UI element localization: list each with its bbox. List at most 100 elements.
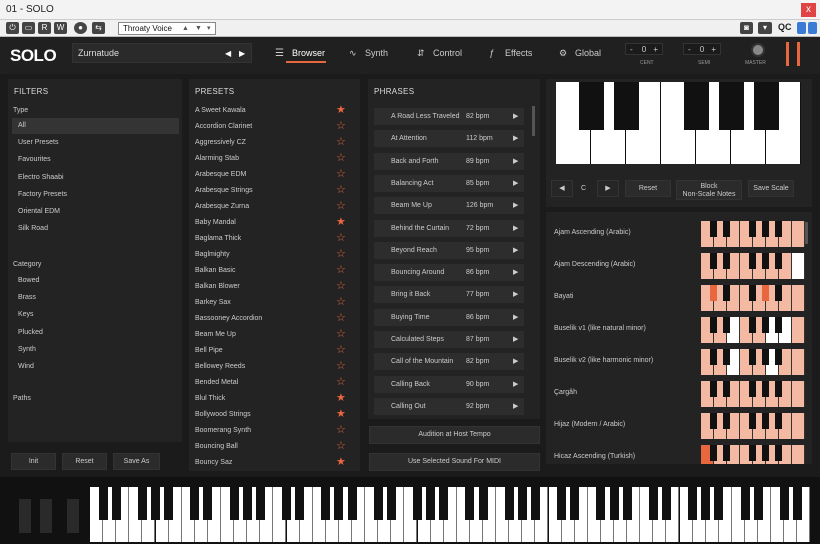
scale-row[interactable]: Buselik v1 (like natural minor) xyxy=(546,314,811,346)
filter-type-item[interactable]: Favourites xyxy=(18,156,51,163)
scale-row[interactable]: Buselik v2 (like harmonic minor) xyxy=(546,346,811,378)
arrow-up-icon[interactable]: ▲ xyxy=(182,23,189,34)
scale-row[interactable]: Ajam Ascending (Arabic) xyxy=(546,218,811,250)
play-phrase-icon[interactable]: ▶ xyxy=(513,357,518,365)
piano-black-key[interactable] xyxy=(530,487,540,520)
preset-row[interactable]: Bollywood Strings ★ xyxy=(189,407,359,423)
semi-control[interactable]: - 0 + xyxy=(683,43,721,55)
host-preset-select[interactable]: Throaty Voice ▲ ▼ ▾ xyxy=(118,22,216,35)
filter-category-item[interactable]: Wind xyxy=(18,363,34,370)
prev-key-button[interactable]: ◀ xyxy=(551,180,573,197)
preset-row[interactable]: Bouncy Saz ★ xyxy=(189,455,359,471)
piano-black-key[interactable] xyxy=(347,487,357,520)
preset-row[interactable]: Baby Mandal ★ xyxy=(189,215,359,231)
favourite-star-icon[interactable]: ★ xyxy=(336,103,346,116)
play-phrase-icon[interactable]: ▶ xyxy=(513,313,518,321)
preset-row[interactable]: Arabesque Zurna ☆ xyxy=(189,199,359,215)
piano-black-key[interactable] xyxy=(242,487,252,520)
phrase-row[interactable]: Beam Me Up 126 bpm ▶ xyxy=(374,197,524,215)
instrument-selector[interactable]: Zurnatude ◀ ▶ xyxy=(72,43,252,63)
scale-black-key[interactable] xyxy=(614,82,639,130)
filter-category-item[interactable]: Bowed xyxy=(18,277,39,284)
semi-plus[interactable]: + xyxy=(711,44,716,55)
arrow-down-icon[interactable]: ▼ xyxy=(195,23,202,34)
piano-black-key[interactable] xyxy=(439,487,449,520)
scale-black-key[interactable] xyxy=(719,82,744,130)
play-phrase-icon[interactable]: ▶ xyxy=(513,290,518,298)
scale-row[interactable]: Ajam Descending (Arabic) xyxy=(546,250,811,282)
preset-row[interactable]: Bellowey Reeds ☆ xyxy=(189,359,359,375)
preset-row[interactable]: Accordion Clarinet ☆ xyxy=(189,119,359,135)
piano-black-key[interactable] xyxy=(386,487,396,520)
preset-row[interactable]: Bouncing Ball ☆ xyxy=(189,439,359,455)
audition-button[interactable]: Audition at Host Tempo xyxy=(369,426,540,444)
favourite-star-icon[interactable]: ☆ xyxy=(336,295,346,308)
filter-type-item[interactable]: Oriental EDM xyxy=(18,208,60,215)
use-midi-button[interactable]: Use Selected Sound For MIDI xyxy=(369,453,540,471)
piano-black-key[interactable] xyxy=(334,487,344,520)
filter-type-item[interactable]: Silk Road xyxy=(18,225,48,232)
reset-button[interactable]: Reset xyxy=(62,453,107,470)
mod-wheel[interactable] xyxy=(40,499,52,533)
scale-list-scrollbar[interactable] xyxy=(805,222,808,244)
camera-icon[interactable]: ◙ xyxy=(740,22,753,34)
piano-black-key[interactable] xyxy=(151,487,160,520)
piano-black-key[interactable] xyxy=(465,487,475,520)
preset-row[interactable]: Alarming Stab ☆ xyxy=(189,151,359,167)
filter-category-item[interactable]: Keys xyxy=(18,311,34,318)
favourite-star-icon[interactable]: ☆ xyxy=(336,231,346,244)
favourite-star-icon[interactable]: ☆ xyxy=(336,311,346,324)
piano-black-key[interactable] xyxy=(714,487,724,520)
piano-black-key[interactable] xyxy=(282,487,291,520)
phrase-row[interactable]: At Attention 112 bpm ▶ xyxy=(374,130,524,148)
plugin-icon[interactable] xyxy=(808,22,817,34)
favourite-star-icon[interactable]: ☆ xyxy=(336,151,346,164)
piano-keyboard[interactable] xyxy=(90,477,812,544)
favourite-star-icon[interactable]: ☆ xyxy=(336,247,346,260)
pitch-wheel[interactable] xyxy=(19,499,31,533)
scale-edit-keyboard[interactable] xyxy=(556,82,801,164)
init-button[interactable]: Init xyxy=(11,453,56,470)
phrase-row[interactable]: Call of the Mountain 82 bpm ▶ xyxy=(374,353,524,371)
read-button[interactable]: R xyxy=(38,22,51,34)
preset-row[interactable]: Aggressively CZ ☆ xyxy=(189,135,359,151)
piano-black-key[interactable] xyxy=(295,487,305,520)
scale-black-key[interactable] xyxy=(579,82,604,130)
piano-black-key[interactable] xyxy=(622,487,632,520)
piano-black-key[interactable] xyxy=(373,487,383,520)
piano-black-key[interactable] xyxy=(609,487,619,520)
piano-black-key[interactable] xyxy=(203,487,213,520)
dropdown-icon[interactable]: ▾ xyxy=(207,23,211,34)
piano-black-key[interactable] xyxy=(557,487,567,520)
settings-dropdown[interactable]: ▾ xyxy=(758,22,772,34)
favourite-star-icon[interactable]: ★ xyxy=(336,215,346,228)
piano-black-key[interactable] xyxy=(648,487,658,520)
favourite-star-icon[interactable]: ☆ xyxy=(336,183,346,196)
power-icon[interactable]: ⏻ xyxy=(6,22,19,34)
block-non-scale-button[interactable]: Block Non-Scale Notes xyxy=(676,180,742,200)
favourite-star-icon[interactable]: ☆ xyxy=(336,279,346,292)
play-phrase-icon[interactable]: ▶ xyxy=(513,201,518,209)
tab-synth[interactable]: Synth xyxy=(365,48,388,58)
play-phrase-icon[interactable]: ▶ xyxy=(513,335,518,343)
scale-reset-button[interactable]: Reset xyxy=(625,180,671,197)
favourite-star-icon[interactable]: ☆ xyxy=(336,359,346,372)
piano-black-key[interactable] xyxy=(517,487,527,520)
scale-row[interactable]: Hijaz (Modern / Arabic) xyxy=(546,410,811,442)
play-phrase-icon[interactable]: ▶ xyxy=(513,179,518,187)
phrase-row[interactable]: Calculated Steps 87 bpm ▶ xyxy=(374,331,524,348)
filter-type-item[interactable]: Factory Presets xyxy=(18,191,67,198)
preset-row[interactable]: Boomerang Synth ☆ xyxy=(189,423,359,439)
save-scale-button[interactable]: Save Scale xyxy=(748,180,794,197)
filter-category-item[interactable]: Synth xyxy=(18,346,36,353)
bars-icon[interactable] xyxy=(797,22,806,34)
piano-black-key[interactable] xyxy=(164,487,174,520)
expression-wheel[interactable] xyxy=(67,499,79,533)
phrase-row[interactable]: Bring it Back 77 bpm ▶ xyxy=(374,286,524,304)
piano-black-key[interactable] xyxy=(753,487,763,520)
piano-black-key[interactable] xyxy=(701,487,711,520)
next-key-button[interactable]: ▶ xyxy=(597,180,619,197)
filter-category-item[interactable]: Brass xyxy=(18,294,36,301)
preset-row[interactable]: Balkan Basic ☆ xyxy=(189,263,359,279)
favourite-star-icon[interactable]: ★ xyxy=(336,391,346,404)
